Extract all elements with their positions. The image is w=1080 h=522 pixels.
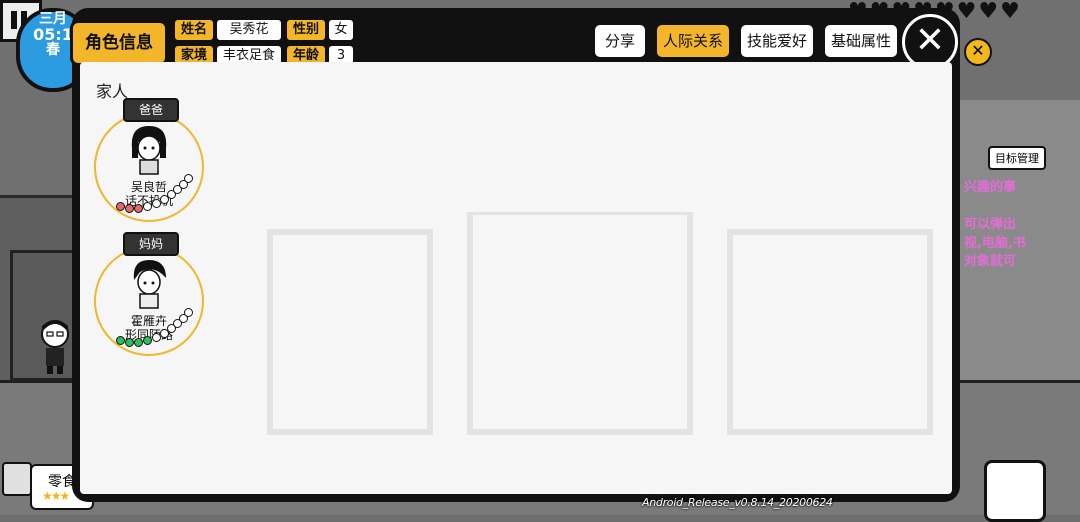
- relations-panel: 家人 爸爸 吴良哲 话不投机 妈妈 霍雁卉 形同陌路: [80, 62, 952, 494]
- affinity-dot: [134, 204, 143, 213]
- hint-line: 视,电脑,书: [964, 236, 1026, 251]
- affinity-dot: [143, 202, 152, 211]
- character-info-dialog: 角色信息 姓名 吴秀花 性别 女 家境 丰衣足食 年龄 3 分享 人际关系 技能…: [70, 8, 960, 502]
- tab-skills[interactable]: 技能爱好: [738, 22, 816, 60]
- hint-close-icon[interactable]: ✕: [964, 38, 992, 66]
- gender-key: 性别: [285, 18, 327, 42]
- family-member-card[interactable]: 妈妈 霍雁卉 形同陌路: [94, 232, 210, 356]
- affinity-dots: [116, 174, 206, 224]
- affinity-dot: [143, 336, 152, 345]
- tab-relations[interactable]: 人际关系: [654, 22, 732, 60]
- affinity-dot: [116, 336, 125, 345]
- affinity-dot: [184, 174, 193, 183]
- affinity-dot: [116, 202, 125, 211]
- heart-icon: ♥: [978, 0, 999, 24]
- member-role: 妈妈: [123, 232, 179, 256]
- hint-line: 对象就可: [964, 254, 1017, 269]
- character-info-tab[interactable]: 角色信息: [70, 20, 168, 66]
- star-icon: ★★★: [42, 489, 70, 503]
- hint-line: 兴趣的事: [964, 180, 1017, 195]
- background-watermark: [267, 212, 933, 435]
- affinity-dot: [125, 204, 134, 213]
- goal-management-button[interactable]: 目标管理: [988, 146, 1046, 170]
- character-portrait-icon[interactable]: [2, 462, 32, 496]
- gender-value: 女: [327, 18, 355, 42]
- heart-icon: ♥: [1000, 0, 1020, 24]
- name-key: 姓名: [173, 18, 215, 42]
- tab-attributes[interactable]: 基础属性: [822, 22, 900, 60]
- father-avatar-icon: [131, 126, 167, 175]
- affinity-dot: [184, 308, 193, 317]
- affinity-dot: [125, 338, 134, 347]
- player-character-icon: [41, 320, 69, 374]
- card-icon[interactable]: [984, 460, 1046, 522]
- name-value: 吴秀花: [215, 18, 283, 42]
- share-button[interactable]: 分享: [592, 22, 648, 60]
- family-member-card[interactable]: 爸爸 吴良哲 话不投机: [94, 98, 210, 222]
- affinity-dot: [134, 338, 143, 347]
- hint-line: 可以弹出: [964, 217, 1017, 232]
- member-role: 爸爸: [123, 98, 179, 122]
- affinity-dots: [116, 308, 206, 358]
- mother-avatar-icon: [133, 260, 166, 309]
- version-label: Android_Release_v0.8.14_20200624: [642, 496, 833, 509]
